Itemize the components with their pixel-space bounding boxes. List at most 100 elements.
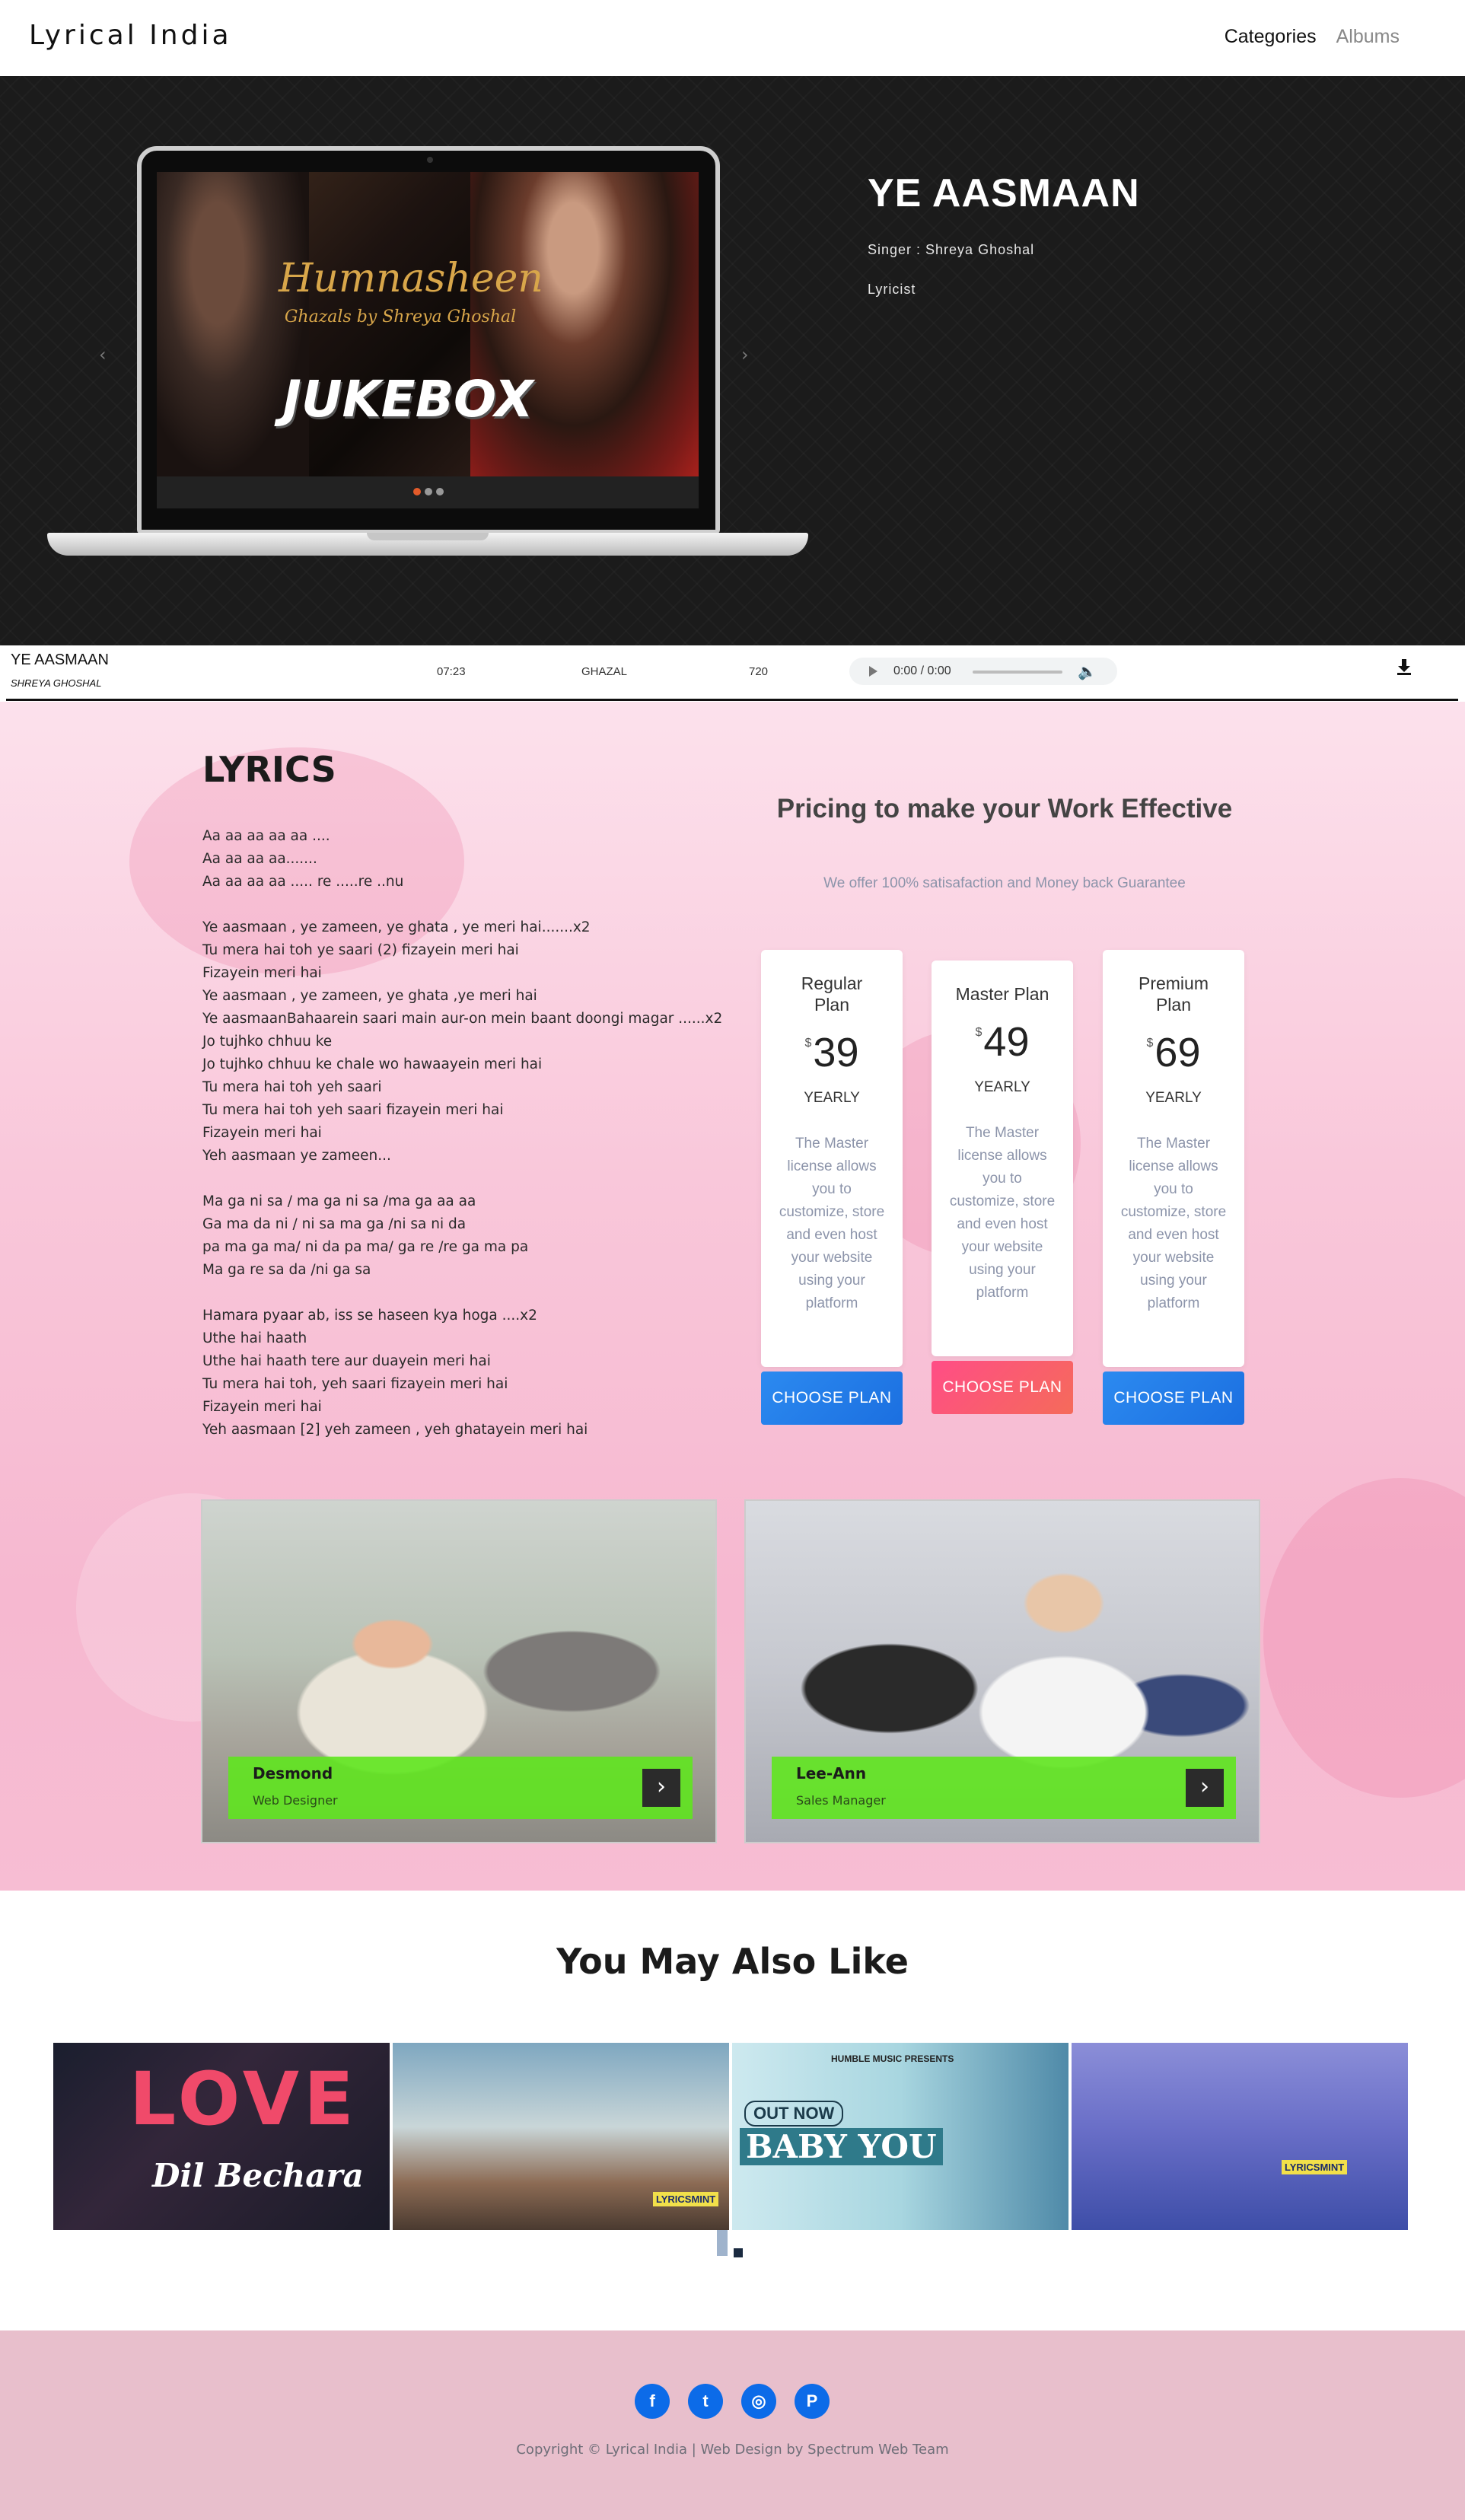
plan-card-premium: Premium Plan $69 YEARLY The Master licen… bbox=[1103, 950, 1244, 1425]
lyrics-title: LYRICS bbox=[202, 749, 336, 790]
slide-jukebox: JUKEBOX bbox=[282, 370, 533, 428]
instagram-icon[interactable]: ◎ bbox=[741, 2384, 776, 2419]
carousel-indicator-dot[interactable] bbox=[734, 2248, 743, 2257]
audio-player[interactable]: 0:00 / 0:00 🔈 bbox=[849, 658, 1117, 685]
choose-plan-button-premium[interactable]: CHOOSE PLAN bbox=[1103, 1372, 1244, 1425]
laptop-screen: Humnasheen Ghazals by Shreya Ghoshal JUK… bbox=[137, 146, 720, 534]
lyric-line: Tu mera hai toh yeh saari bbox=[202, 1079, 382, 1095]
download-icon[interactable] bbox=[1396, 658, 1412, 676]
choose-plan-button-regular[interactable]: CHOOSE PLAN bbox=[761, 1372, 903, 1425]
lyric-line bbox=[202, 1282, 750, 1305]
lyric-line bbox=[202, 894, 750, 916]
carousel-indicator-bar bbox=[157, 476, 699, 508]
plan-period: YEARLY bbox=[974, 1079, 1030, 1095]
also-like-tile-4[interactable]: LYRICSMINT bbox=[1072, 2043, 1408, 2230]
navbar: Lyrical India Categories Albums bbox=[0, 0, 1465, 76]
social-links: f t ◎ P bbox=[635, 2384, 830, 2419]
team-card-lee-ann[interactable]: Lee-Ann Sales Manager › bbox=[744, 1499, 1260, 1843]
twitter-icon[interactable]: t bbox=[688, 2384, 723, 2419]
lyric-line: Fizayein meri hai bbox=[202, 965, 322, 981]
lyric-line: Aa aa aa aa....... bbox=[202, 851, 317, 867]
lyric-line: Tu mera hai toh yeh saari fizayein meri … bbox=[202, 1102, 504, 1118]
team-role: Sales Manager bbox=[796, 1793, 886, 1808]
hero-section: Humnasheen Ghazals by Shreya Ghoshal JUK… bbox=[0, 76, 1465, 645]
lyric-line: Fizayein meri hai bbox=[202, 1399, 322, 1415]
tile-title: Dil Bechara bbox=[152, 2157, 364, 2194]
player-bar: YE AASMAAN SHREYA GHOSHAL 07:23 GHAZAL 7… bbox=[0, 645, 1465, 702]
team-role: Web Designer bbox=[253, 1793, 338, 1808]
carousel-dot-1[interactable] bbox=[413, 488, 421, 495]
tile-title: BABY YOU bbox=[740, 2128, 943, 2165]
laptop-camera bbox=[427, 157, 433, 163]
tile-presents: HUMBLE MUSIC PRESENTS bbox=[831, 2053, 954, 2064]
lyrics-pricing-section: LYRICS Aa aa aa aa aa .... Aa aa aa aa...… bbox=[0, 702, 1465, 1891]
carousel-next-icon[interactable]: › bbox=[741, 344, 749, 365]
carousel-slide-image[interactable]: Humnasheen Ghazals by Shreya Ghoshal JUK… bbox=[157, 172, 699, 476]
lyric-line: Ma ga re sa da /ni ga sa bbox=[202, 1262, 371, 1278]
decor-flower-3 bbox=[1263, 1478, 1465, 1798]
also-like-tile-1[interactable]: LOVE Dil Bechara bbox=[53, 2043, 390, 2230]
lyric-line: pa ma ga ma/ ni da pa ma/ ga re /re ga m… bbox=[202, 1239, 529, 1255]
laptop-notch bbox=[367, 533, 489, 540]
pinterest-icon[interactable]: P bbox=[795, 2384, 830, 2419]
lyric-line: Aa aa aa aa aa .... bbox=[202, 828, 330, 844]
team-banner: Lee-Ann Sales Manager › bbox=[772, 1757, 1236, 1819]
volume-icon[interactable]: 🔈 bbox=[1078, 662, 1097, 680]
team-name: Lee-Ann bbox=[796, 1764, 867, 1782]
lyric-line: Yeh aasmaan ye zameen... bbox=[202, 1148, 391, 1164]
carousel-dots bbox=[413, 488, 444, 495]
lyric-line bbox=[202, 1168, 750, 1190]
footer: f t ◎ P Copyright © Lyrical India | Web … bbox=[0, 2330, 1465, 2520]
carousel-prev-icon[interactable]: ‹ bbox=[99, 344, 107, 365]
choose-plan-button-master[interactable]: CHOOSE PLAN bbox=[932, 1361, 1073, 1414]
tile-word: LOVE bbox=[129, 2056, 358, 2142]
carousel-dot-2[interactable] bbox=[425, 488, 432, 495]
play-icon[interactable] bbox=[869, 666, 877, 677]
lyrics-body: Aa aa aa aa aa .... Aa aa aa aa....... Aa … bbox=[202, 825, 750, 1442]
player-duration: 07:23 bbox=[437, 665, 466, 678]
carousel-indicator[interactable] bbox=[717, 2230, 728, 2256]
lyric-line: Jo tujhko chhuu ke chale wo hawaayein me… bbox=[202, 1056, 543, 1072]
lyric-line: Ma ga ni sa / ma ga ni sa /ma ga aa aa bbox=[202, 1193, 476, 1209]
plan-card-regular: Regular Plan $39 YEARLY The Master licen… bbox=[761, 950, 903, 1425]
tile-badge: OUT NOW bbox=[744, 2101, 844, 2127]
slide-subtitle: Ghazals by Shreya Ghoshal bbox=[284, 307, 517, 327]
plan-card-master: Master Plan $49 YEARLY The Master licens… bbox=[932, 961, 1073, 1414]
audio-progress-track[interactable] bbox=[973, 671, 1062, 674]
plan-description: The Master license allows you to customi… bbox=[949, 1125, 1056, 1301]
plan-description: The Master license allows you to customi… bbox=[1120, 1136, 1227, 1311]
lyric-line: Tu mera hai toh, yeh saari fizayein meri… bbox=[202, 1376, 508, 1392]
team-banner: Desmond Web Designer › bbox=[228, 1757, 693, 1819]
player-singer: SHREYA GHOSHAL bbox=[11, 677, 102, 689]
team-card-desmond[interactable]: Desmond Web Designer › bbox=[201, 1499, 717, 1843]
player-year: 720 bbox=[749, 665, 769, 678]
plan-name: Master Plan bbox=[955, 984, 1049, 1004]
slide-title: Humnasheen bbox=[279, 256, 543, 301]
nav-albums-link[interactable]: Albums bbox=[1336, 26, 1400, 48]
carousel-dot-3[interactable] bbox=[436, 488, 444, 495]
copyright: Copyright © Lyrical India | Web Design b… bbox=[516, 2442, 949, 2458]
team-name: Desmond bbox=[253, 1764, 333, 1782]
pricing-subtitle: We offer 100% satisafaction and Money ba… bbox=[823, 875, 1186, 891]
song-lyricist: Lyricist bbox=[868, 282, 916, 297]
brand-logo[interactable]: Lyrical India bbox=[29, 20, 232, 51]
plan-description: The Master license allows you to customi… bbox=[779, 1136, 885, 1311]
also-like-title: You May Also Like bbox=[556, 1941, 909, 1982]
lyric-line: Ga ma da ni / ni sa ma ga /ni sa ni da bbox=[202, 1216, 467, 1232]
lyric-line: Yeh aasmaan [2] yeh zameen , yeh ghataye… bbox=[202, 1422, 588, 1438]
facebook-icon[interactable]: f bbox=[635, 2384, 670, 2419]
lyric-line: Ye aasmaanBahaarein saari main aur-on me… bbox=[202, 1011, 723, 1027]
lyric-line: Ye aasmaan , ye zameen, ye ghata , ye me… bbox=[202, 919, 591, 935]
nav-links: Categories Albums bbox=[1225, 26, 1400, 48]
also-like-tile-2[interactable]: LYRICSMINT bbox=[393, 2043, 729, 2230]
player-genre: GHAZAL bbox=[581, 665, 628, 678]
chevron-right-icon[interactable]: › bbox=[1186, 1769, 1224, 1807]
plan-name: Premium Plan bbox=[1138, 973, 1209, 1015]
laptop-base bbox=[47, 533, 808, 556]
chevron-right-icon[interactable]: › bbox=[642, 1769, 680, 1807]
nav-categories-link[interactable]: Categories bbox=[1225, 26, 1317, 48]
lyric-line: Jo tujhko chhuu ke bbox=[202, 1034, 333, 1050]
lyric-line: Uthe hai haath bbox=[202, 1330, 307, 1346]
lyric-line: Ye aasmaan , ye zameen, ye ghata ,ye mer… bbox=[202, 988, 537, 1004]
also-like-tile-3[interactable]: HUMBLE MUSIC PRESENTS OUT NOW BABY YOU bbox=[732, 2043, 1068, 2230]
